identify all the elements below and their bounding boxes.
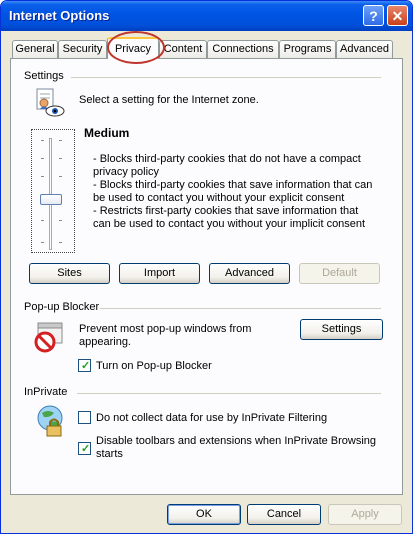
privacy-desc-line: can be used to contact you without your … [93,218,366,230]
slider-tick [41,140,44,141]
tab-content[interactable]: Content [159,40,207,58]
checkmark-icon: ✓ [81,360,91,372]
slider-tick [41,176,44,177]
privacy-desc-line: be used to contact you without your expl… [93,192,345,204]
settings-group-label: Settings [24,70,64,82]
internet-options-window: Internet Options ? ✕ General Security Pr… [0,0,413,534]
highlight-ellipse [107,31,165,64]
disable-toolbars-label-cont[interactable]: starts [96,448,123,461]
slider-tick [41,242,44,243]
help-button[interactable]: ? [363,5,384,26]
ok-button[interactable]: OK [167,504,241,525]
apply-button[interactable]: Apply [328,504,402,525]
privacy-desc-line: - Restricts first-party cookies that sav… [93,205,359,217]
tab-security[interactable]: Security [58,40,107,58]
cancel-button[interactable]: Cancel [247,504,321,525]
disable-toolbars-checkbox[interactable]: ✓ [78,442,91,455]
popup-blocker-label[interactable]: Turn on Pop-up Blocker [96,360,212,373]
sites-button[interactable]: Sites [29,263,110,284]
privacy-desc-line: - Blocks third-party cookies that save i… [93,179,373,191]
inprivate-filtering-label[interactable]: Do not collect data for use by InPrivate… [96,412,327,425]
privacy-level-title: Medium [84,126,130,140]
popup-settings-button[interactable]: Settings [300,319,383,340]
slider-tick [59,158,62,159]
slider-tick [59,140,62,141]
privacy-setting-icon [36,88,65,117]
slider-tick [41,220,44,221]
privacy-desc-line: privacy policy [93,166,160,178]
inprivate-filtering-checkbox[interactable] [78,411,91,424]
advanced-button[interactable]: Advanced [209,263,290,284]
popup-group-label: Pop-up Blocker [24,301,100,313]
settings-divider [71,77,381,78]
privacy-desc-line: - Blocks third-party cookies that do not… [93,153,361,165]
tab-connections[interactable]: Connections [207,40,279,58]
privacy-slider-focus [31,129,75,253]
popup-blocker-icon [34,322,63,353]
settings-prompt: Select a setting for the Internet zone. [79,94,259,106]
popup-desc-line: appearing. [79,336,131,348]
slider-tick [41,158,44,159]
tab-general[interactable]: General [12,40,58,58]
tab-programs[interactable]: Programs [279,40,336,58]
tab-advanced[interactable]: Advanced [336,40,393,58]
slider-tick [59,176,62,177]
close-button[interactable]: ✕ [387,5,408,26]
slider-tick [59,242,62,243]
inprivate-icon [37,405,63,437]
inprivate-group-label: InPrivate [24,386,68,398]
slider-tick [59,220,62,221]
popup-desc-line: Prevent most pop-up windows from [79,323,252,335]
import-button[interactable]: Import [119,263,200,284]
popup-blocker-checkbox[interactable]: ✓ [78,359,91,372]
inprivate-divider [77,393,381,394]
title-bar[interactable]: Internet Options ? ✕ [1,1,412,31]
disable-toolbars-label[interactable]: Disable toolbars and extensions when InP… [96,435,376,448]
checkmark-icon: ✓ [81,443,91,455]
privacy-slider-thumb[interactable] [40,194,62,205]
default-button[interactable]: Default [299,263,380,284]
window-title: Internet Options [9,8,110,23]
popup-divider [100,308,381,309]
